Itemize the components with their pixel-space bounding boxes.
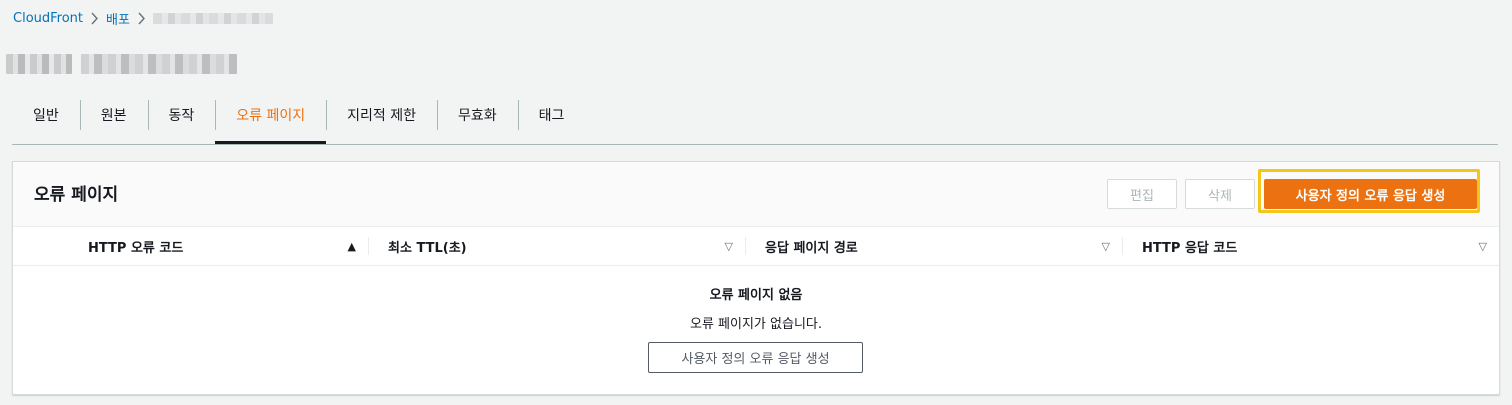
sort-icon[interactable]: ▽	[1102, 240, 1110, 253]
column-divider	[368, 237, 369, 255]
column-header-min-ttl[interactable]: 최소 TTL(초) ▽	[368, 227, 745, 265]
column-header-response-page-path[interactable]: 응답 페이지 경로 ▽	[745, 227, 1122, 265]
breadcrumb-cloudfront-link[interactable]: CloudFront	[13, 11, 83, 26]
column-header-http-response-code[interactable]: HTTP 응답 코드 ▽	[1122, 227, 1499, 265]
sort-icon[interactable]: ▽	[725, 240, 733, 253]
tab-tags[interactable]: 태그	[517, 100, 586, 130]
column-header-label: HTTP 오류 코드	[88, 240, 184, 256]
empty-state-description: 오류 페이지가 없습니다.	[690, 317, 822, 332]
column-divider	[1122, 237, 1123, 255]
create-custom-error-response-button[interactable]: 사용자 정의 오류 응답 생성	[1264, 179, 1477, 209]
panel-header: 오류 페이지 편집 삭제 사용자 정의 오류 응답 생성	[13, 162, 1499, 227]
tab-behaviors[interactable]: 동작	[147, 100, 216, 130]
chevron-right-icon	[137, 12, 146, 25]
column-divider	[745, 237, 746, 255]
breadcrumb: CloudFront 배포	[13, 8, 273, 28]
sort-icon[interactable]: ▽	[1479, 240, 1487, 253]
tab-invalidations[interactable]: 무효화	[437, 100, 518, 130]
column-header-label: 최소 TTL(초)	[388, 240, 467, 256]
tab-origins[interactable]: 원본	[79, 100, 148, 130]
column-header-http-error-code[interactable]: HTTP 오류 코드 ▲	[68, 227, 368, 265]
redacted-block	[6, 54, 72, 74]
chevron-right-icon	[90, 12, 99, 25]
redacted-block	[81, 54, 237, 74]
tab-error-pages[interactable]: 오류 페이지	[215, 100, 327, 144]
error-pages-panel: 오류 페이지 편집 삭제 사용자 정의 오류 응답 생성 HTTP 오류 코드 …	[12, 161, 1500, 395]
empty-state: 오류 페이지 없음 오류 페이지가 없습니다.	[13, 284, 1499, 332]
breadcrumb-distribution-id-redacted	[152, 12, 273, 24]
sort-ascending-icon[interactable]: ▲	[348, 240, 356, 253]
tab-geographic-restrictions[interactable]: 지리적 제한	[326, 100, 437, 130]
create-custom-error-response-secondary-button[interactable]: 사용자 정의 오류 응답 생성	[648, 342, 863, 373]
empty-state-title: 오류 페이지 없음	[709, 288, 803, 303]
column-header-label: HTTP 응답 코드	[1142, 240, 1238, 256]
panel-title: 오류 페이지	[34, 185, 119, 205]
page-title-redacted	[6, 54, 237, 74]
tab-bar: 일반 원본 동작 오류 페이지 지리적 제한 무효화 태그	[12, 100, 1498, 145]
edit-button[interactable]: 편집	[1107, 179, 1177, 209]
delete-button[interactable]: 삭제	[1185, 179, 1255, 209]
table-header: HTTP 오류 코드 ▲ 최소 TTL(초) ▽ 응답 페이지 경로 ▽ HTT…	[13, 227, 1499, 266]
breadcrumb-distributions-link[interactable]: 배포	[106, 9, 130, 28]
tab-general[interactable]: 일반	[12, 100, 80, 130]
column-header-label: 응답 페이지 경로	[765, 240, 858, 256]
